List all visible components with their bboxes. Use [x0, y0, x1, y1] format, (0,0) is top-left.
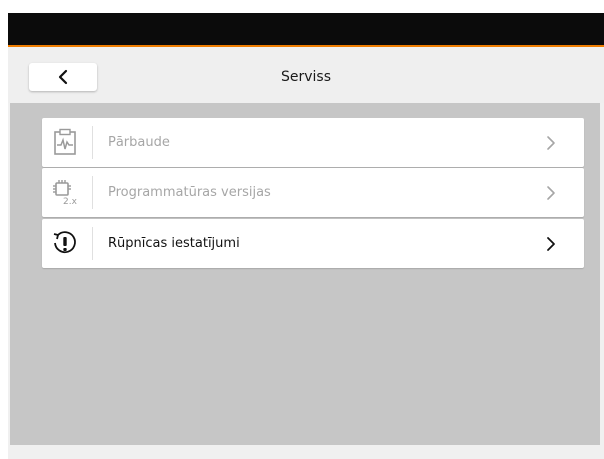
- back-button[interactable]: [29, 63, 97, 91]
- menu-item-factory-settings[interactable]: Rūpnīcas iestatījumi: [42, 219, 584, 268]
- diagnostics-test-icon: [48, 126, 82, 158]
- page-title: Serviss: [280, 69, 332, 85]
- app-window: Serviss Pārbaude 2.x Programmatūras vers…: [8, 13, 604, 459]
- chevron-right-icon: [547, 136, 555, 150]
- chevron-left-icon: [58, 69, 68, 85]
- menu-item-label: Rūpnīcas iestatījumi: [108, 236, 240, 251]
- svg-text:2.x: 2.x: [63, 197, 78, 207]
- chip-version-icon: 2.x: [48, 176, 82, 208]
- row-divider: [92, 176, 93, 209]
- menu-item-label: Programmatūras versijas: [108, 185, 271, 200]
- top-status-bar: [8, 13, 604, 47]
- row-divider: [92, 227, 93, 260]
- menu-item-parbaude[interactable]: Pārbaude: [42, 118, 584, 167]
- chevron-right-icon: [547, 186, 555, 200]
- row-divider: [92, 126, 93, 159]
- factory-reset-icon: [48, 227, 82, 259]
- page-header: Serviss: [8, 47, 604, 103]
- menu-list: Pārbaude 2.x Programmatūras versijas Rūp…: [10, 103, 600, 445]
- menu-item-software-versions[interactable]: 2.x Programmatūras versijas: [42, 168, 584, 217]
- chevron-right-icon: [547, 237, 555, 251]
- menu-item-label: Pārbaude: [108, 135, 170, 150]
